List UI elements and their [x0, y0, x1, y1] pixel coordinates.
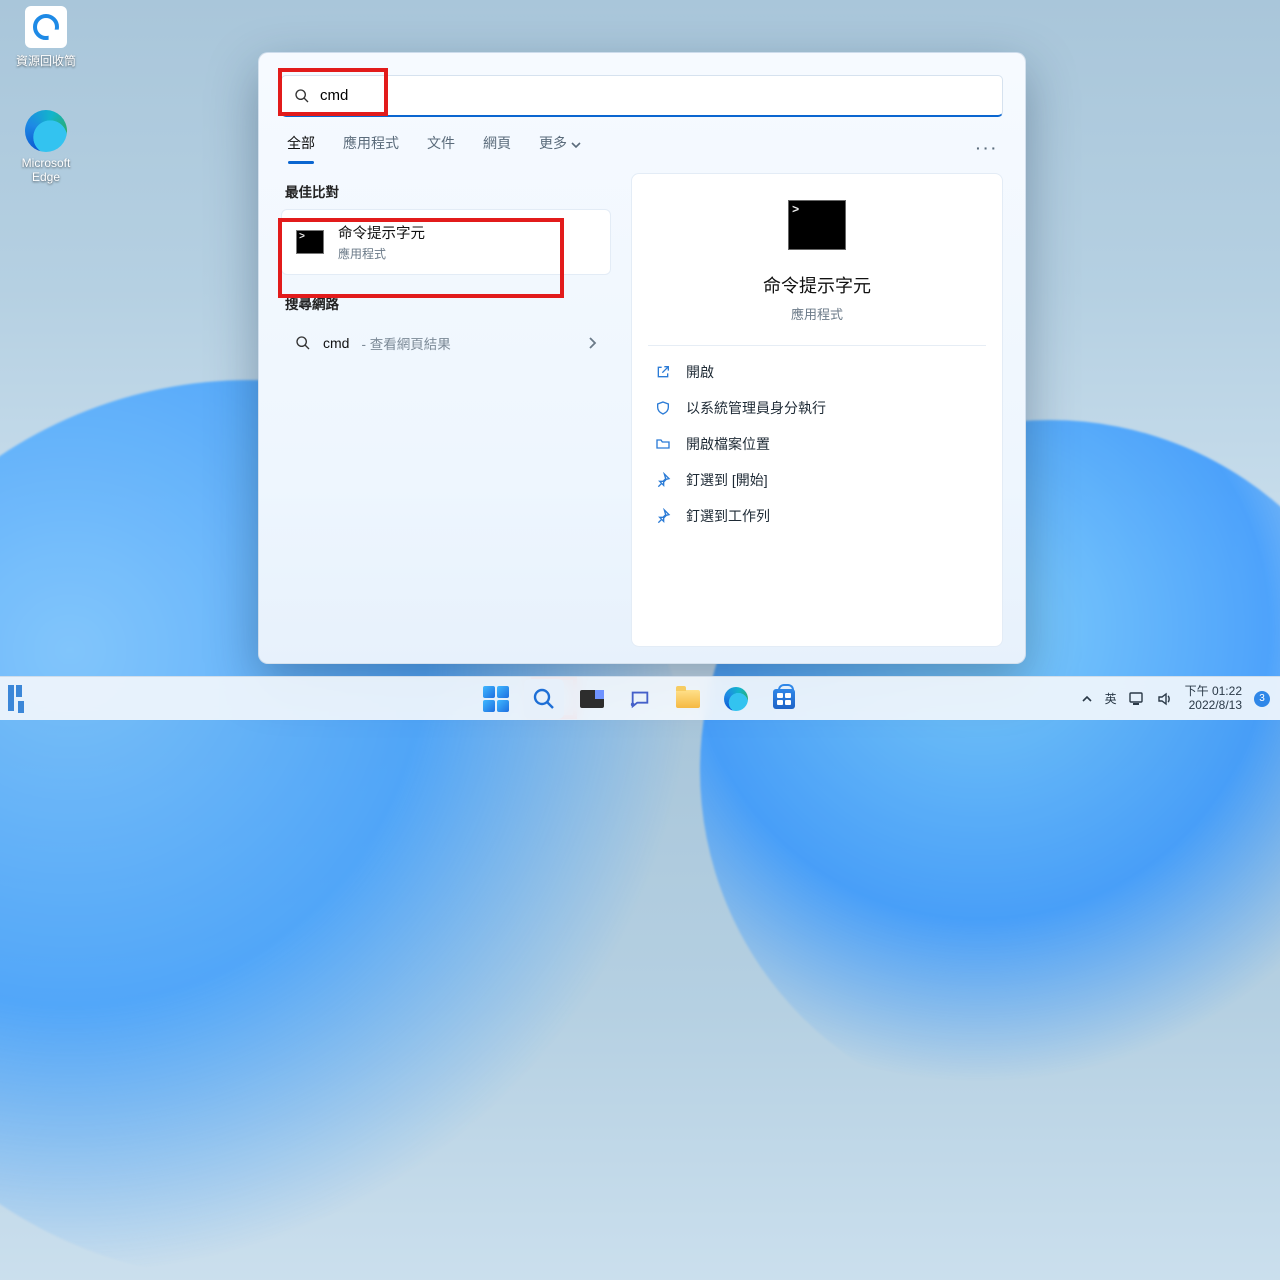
- windows-icon: [483, 686, 509, 712]
- action-pin-to-taskbar[interactable]: 釘選到工作列: [648, 498, 986, 534]
- action-open-file-location[interactable]: 開啟檔案位置: [648, 426, 986, 462]
- action-open[interactable]: 開啟: [648, 354, 986, 390]
- pin-icon: [654, 471, 672, 489]
- divider: [648, 345, 986, 346]
- volume-icon[interactable]: [1157, 692, 1173, 706]
- desktop-icon-recycle-bin[interactable]: 資源回收筒: [8, 6, 84, 69]
- search-button[interactable]: [524, 679, 564, 719]
- desktop-icon-edge[interactable]: Microsoft Edge: [8, 110, 84, 184]
- clock-time: 下午 01:22: [1185, 685, 1242, 699]
- start-button[interactable]: [476, 679, 516, 719]
- folder-icon: [676, 690, 700, 708]
- cmd-icon: [296, 230, 324, 254]
- search-icon: [532, 687, 556, 711]
- task-view-button[interactable]: [572, 679, 612, 719]
- action-label: 釘選到工作列: [686, 506, 770, 526]
- web-result-suffix: - 查看網頁結果: [361, 333, 450, 353]
- search-bar[interactable]: [281, 75, 1003, 117]
- filter-tabs: 全部 應用程式 文件 網頁 更多 ···: [285, 133, 999, 163]
- shield-icon: [654, 399, 672, 417]
- taskbar: 英 下午 01:22 2022/8/13 3: [0, 676, 1280, 720]
- search-input[interactable]: [320, 87, 990, 104]
- edge-icon: [724, 687, 748, 711]
- result-command-prompt[interactable]: 命令提示字元 應用程式: [281, 209, 611, 275]
- preview-pane: 命令提示字元 應用程式 開啟 以系統管理員身分執行 開啟檔案位置: [631, 173, 1003, 647]
- action-label: 以系統管理員身分執行: [686, 398, 826, 418]
- desktop-icon-label: 資源回收筒: [8, 52, 84, 69]
- chat-button[interactable]: [620, 679, 660, 719]
- preview-subtitle: 應用程式: [648, 304, 986, 323]
- search-icon: [295, 335, 311, 351]
- tab-docs[interactable]: 文件: [425, 133, 457, 163]
- clock-date: 2022/8/13: [1185, 699, 1242, 713]
- tab-all[interactable]: 全部: [285, 133, 317, 163]
- result-subtitle: 應用程式: [338, 245, 425, 262]
- action-pin-to-start[interactable]: 釘選到 [開始]: [648, 462, 986, 498]
- store-icon: [773, 689, 795, 709]
- ime-indicator[interactable]: 英: [1105, 690, 1117, 707]
- widgets-button[interactable]: [8, 685, 22, 713]
- clock[interactable]: 下午 01:22 2022/8/13: [1185, 685, 1242, 713]
- file-explorer-button[interactable]: [668, 679, 708, 719]
- tab-web[interactable]: 網頁: [481, 133, 513, 163]
- notification-badge[interactable]: 3: [1254, 691, 1270, 707]
- chevron-right-icon: [587, 337, 597, 349]
- chat-icon: [629, 688, 651, 710]
- pin-icon: [654, 507, 672, 525]
- edge-button[interactable]: [716, 679, 756, 719]
- folder-icon: [654, 435, 672, 453]
- tab-apps[interactable]: 應用程式: [341, 133, 401, 163]
- search-web-heading: 搜尋網路: [285, 293, 611, 313]
- action-run-as-admin[interactable]: 以系統管理員身分執行: [648, 390, 986, 426]
- web-result-term: cmd: [323, 335, 349, 351]
- open-icon: [654, 363, 672, 381]
- desktop-icon-label: Microsoft Edge: [8, 156, 84, 184]
- search-icon: [294, 88, 310, 104]
- preview-cmd-icon: [788, 200, 846, 250]
- recycle-bin-icon: [25, 6, 67, 48]
- web-result-row[interactable]: cmd - 查看網頁結果: [281, 321, 611, 365]
- action-label: 開啟: [686, 362, 714, 382]
- tray-overflow-button[interactable]: [1081, 693, 1093, 705]
- tab-more-label: 更多: [539, 135, 567, 151]
- preview-title: 命令提示字元: [648, 272, 986, 298]
- best-match-heading: 最佳比對: [285, 181, 611, 201]
- edge-icon: [25, 110, 67, 152]
- action-label: 開啟檔案位置: [686, 434, 770, 454]
- tab-more[interactable]: 更多: [537, 133, 583, 163]
- store-button[interactable]: [764, 679, 804, 719]
- start-search-panel: 全部 應用程式 文件 網頁 更多 ··· 最佳比對 命令提示字元 應用程式 搜尋…: [258, 52, 1026, 664]
- task-view-icon: [580, 690, 604, 708]
- chevron-down-icon: [571, 140, 581, 150]
- search-options-button[interactable]: ···: [976, 140, 999, 156]
- result-title: 命令提示字元: [338, 222, 425, 243]
- network-icon[interactable]: [1129, 692, 1145, 706]
- action-label: 釘選到 [開始]: [686, 470, 768, 490]
